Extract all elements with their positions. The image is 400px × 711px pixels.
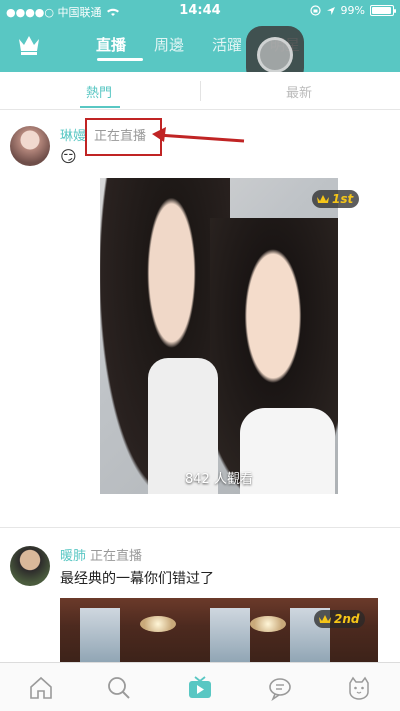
post-caption: 最经典的一幕你们错过了 — [60, 571, 214, 587]
subtab-hot[interactable]: 熱門 — [86, 82, 112, 101]
profile-cat-icon[interactable] — [346, 675, 372, 701]
location-icon — [326, 6, 335, 15]
sub-tabs: 熱門 最新 — [0, 72, 400, 110]
top-header: ●●●●○ 中国联通 14:44 99% 直播 周邊 活躍 — [0, 0, 400, 84]
post-emoji: 😏 — [60, 147, 77, 166]
status-bar: ●●●●○ 中国联通 14:44 99% — [0, 0, 400, 22]
subtab-divider — [200, 81, 201, 101]
rank-label: 1st — [332, 192, 354, 206]
chat-icon[interactable] — [267, 675, 293, 701]
post-username[interactable]: 暖肺 — [60, 545, 86, 564]
bottom-nav — [0, 662, 400, 711]
search-icon[interactable] — [106, 675, 132, 701]
home-icon[interactable] — [28, 675, 54, 701]
avatar[interactable] — [10, 126, 50, 166]
battery-icon — [370, 5, 396, 16]
tab-live[interactable]: 直播 — [96, 34, 154, 55]
live-tv-icon[interactable] — [187, 675, 213, 701]
battery-percent: 99% — [340, 4, 365, 17]
tab-merch[interactable]: 周邊 — [154, 34, 212, 55]
annotation-arrow-icon — [152, 127, 245, 143]
post-username[interactable]: 琳嫚 — [60, 125, 86, 144]
live-stream-thumbnail[interactable] — [60, 598, 378, 668]
crown-icon — [317, 194, 329, 203]
crown-icon[interactable] — [16, 32, 42, 56]
subtab-latest[interactable]: 最新 — [286, 82, 312, 101]
crown-icon — [319, 614, 331, 623]
active-tab-indicator — [97, 58, 143, 61]
subtab-indicator — [80, 106, 120, 108]
lock-rotation-icon — [309, 5, 321, 16]
live-status: 正在直播 — [90, 549, 143, 564]
viewer-count: 842 人觀看 — [185, 472, 253, 487]
rank-badge: 2nd — [314, 610, 366, 628]
main-nav: 直播 周邊 活躍 明星 — [0, 24, 400, 84]
live-stream-thumbnail[interactable]: 842 人觀看 — [100, 178, 338, 494]
avatar[interactable] — [10, 546, 50, 586]
post-separator — [0, 527, 400, 528]
rank-badge: 1st — [312, 190, 360, 208]
rank-label: 2nd — [334, 612, 360, 626]
